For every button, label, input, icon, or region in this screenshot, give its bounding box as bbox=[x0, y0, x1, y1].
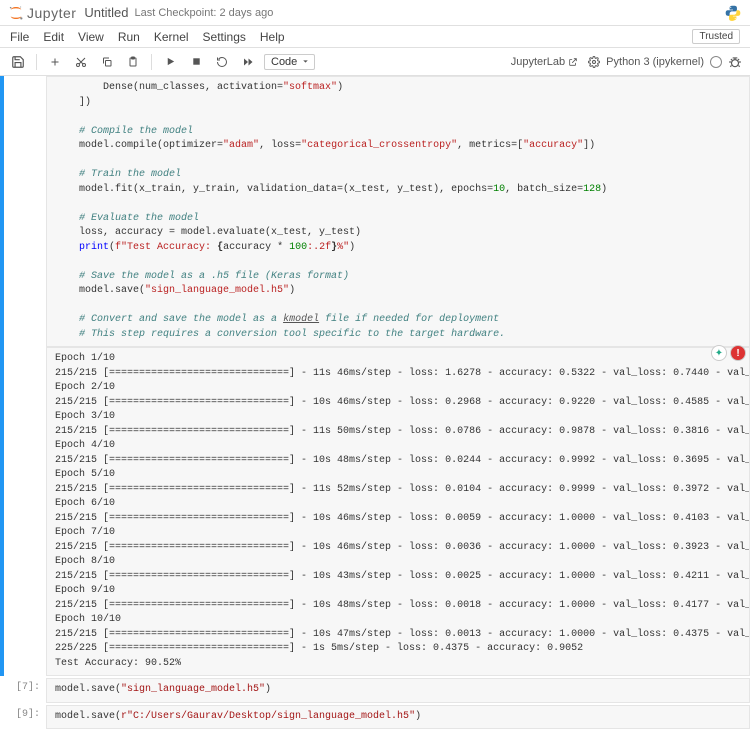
add-cell-icon[interactable] bbox=[45, 52, 65, 72]
debug-icon[interactable] bbox=[728, 55, 742, 69]
menu-run[interactable]: Run bbox=[118, 30, 140, 44]
checkpoint-text: Last Checkpoint: 2 days ago bbox=[135, 7, 274, 19]
notebook-area: Dense(num_classes, activation="softmax")… bbox=[0, 76, 750, 739]
code-editor[interactable]: model.save("sign_language_model.h5") bbox=[46, 678, 750, 703]
jupyterlab-link[interactable]: JupyterLab bbox=[511, 56, 578, 68]
cell-type-label: Code bbox=[271, 56, 297, 68]
toolbar: Code JupyterLab Python 3 (ipykernel) bbox=[0, 48, 750, 76]
logo-text: Jupyter bbox=[27, 5, 76, 21]
kernel-status-icon bbox=[710, 56, 722, 68]
restart-icon[interactable] bbox=[212, 52, 232, 72]
cell-prompt: [9]: bbox=[4, 705, 46, 730]
menu-file[interactable]: File bbox=[10, 30, 29, 44]
jupyter-logo[interactable]: Jupyter bbox=[8, 5, 76, 21]
output-bug-icon[interactable]: ! bbox=[730, 345, 746, 361]
menu-settings[interactable]: Settings bbox=[203, 30, 246, 44]
kernel-name[interactable]: Python 3 (ipykernel) bbox=[606, 56, 704, 68]
cell-prompt: [7]: bbox=[4, 678, 46, 703]
python-icon bbox=[724, 4, 742, 22]
stop-icon[interactable] bbox=[186, 52, 206, 72]
run-icon[interactable] bbox=[160, 52, 180, 72]
external-link-icon bbox=[568, 57, 578, 67]
cell-type-select[interactable]: Code bbox=[264, 54, 315, 70]
code-cell[interactable]: [7]: model.save("sign_language_model.h5"… bbox=[0, 678, 750, 703]
code-cell[interactable]: [9]: model.save(r"C:/Users/Gaurav/Deskto… bbox=[0, 705, 750, 730]
code-cell[interactable]: Dense(num_classes, activation="softmax")… bbox=[0, 76, 750, 676]
cut-icon[interactable] bbox=[71, 52, 91, 72]
paste-icon[interactable] bbox=[123, 52, 143, 72]
menu-bar: File Edit View Run Kernel Settings Help … bbox=[0, 26, 750, 48]
copy-icon[interactable] bbox=[97, 52, 117, 72]
save-icon[interactable] bbox=[8, 52, 28, 72]
code-editor[interactable]: model.save(r"C:/Users/Gaurav/Desktop/sig… bbox=[46, 705, 750, 730]
notebook-title[interactable]: Untitled bbox=[84, 5, 128, 20]
chevron-down-icon bbox=[301, 57, 310, 66]
menu-view[interactable]: View bbox=[78, 30, 104, 44]
menu-kernel[interactable]: Kernel bbox=[154, 30, 189, 44]
menu-edit[interactable]: Edit bbox=[43, 30, 64, 44]
jupyter-icon bbox=[8, 5, 24, 21]
trusted-badge[interactable]: Trusted bbox=[692, 29, 740, 44]
output-plus-icon[interactable]: ✦ bbox=[711, 345, 727, 361]
menu-help[interactable]: Help bbox=[260, 30, 285, 44]
gear-icon[interactable] bbox=[588, 56, 600, 68]
output-toolbar: ✦ ! bbox=[711, 345, 746, 361]
cell-output: Epoch 1/10 215/215 [====================… bbox=[46, 347, 750, 676]
header-bar: Jupyter Untitled Last Checkpoint: 2 days… bbox=[0, 0, 750, 26]
cell-prompt bbox=[4, 76, 46, 676]
fast-forward-icon[interactable] bbox=[238, 52, 258, 72]
code-editor[interactable]: Dense(num_classes, activation="softmax")… bbox=[46, 76, 750, 347]
